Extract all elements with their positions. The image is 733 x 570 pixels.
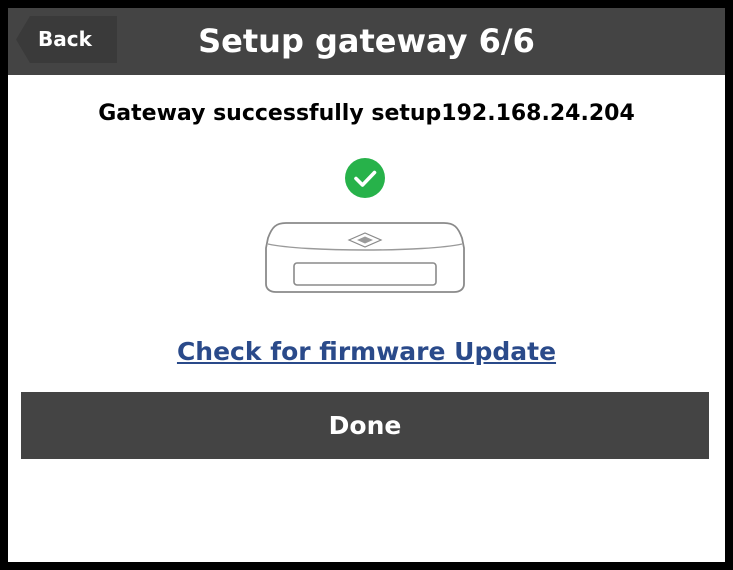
- back-button-label: Back: [38, 27, 92, 51]
- back-button[interactable]: Back: [16, 16, 117, 63]
- header-bar: Back Setup gateway 6/6: [8, 8, 725, 75]
- check-circle-icon: [345, 158, 385, 198]
- device-frame: Back Setup gateway 6/6 Gateway successfu…: [0, 0, 733, 570]
- setup-screen: Back Setup gateway 6/6 Gateway successfu…: [8, 8, 725, 562]
- gateway-device-icon: [265, 222, 465, 293]
- firmware-update-link[interactable]: Check for firmware Update: [8, 334, 725, 370]
- status-message: Gateway successfully setup192.168.24.204: [98, 101, 635, 126]
- done-button[interactable]: Done: [21, 392, 709, 459]
